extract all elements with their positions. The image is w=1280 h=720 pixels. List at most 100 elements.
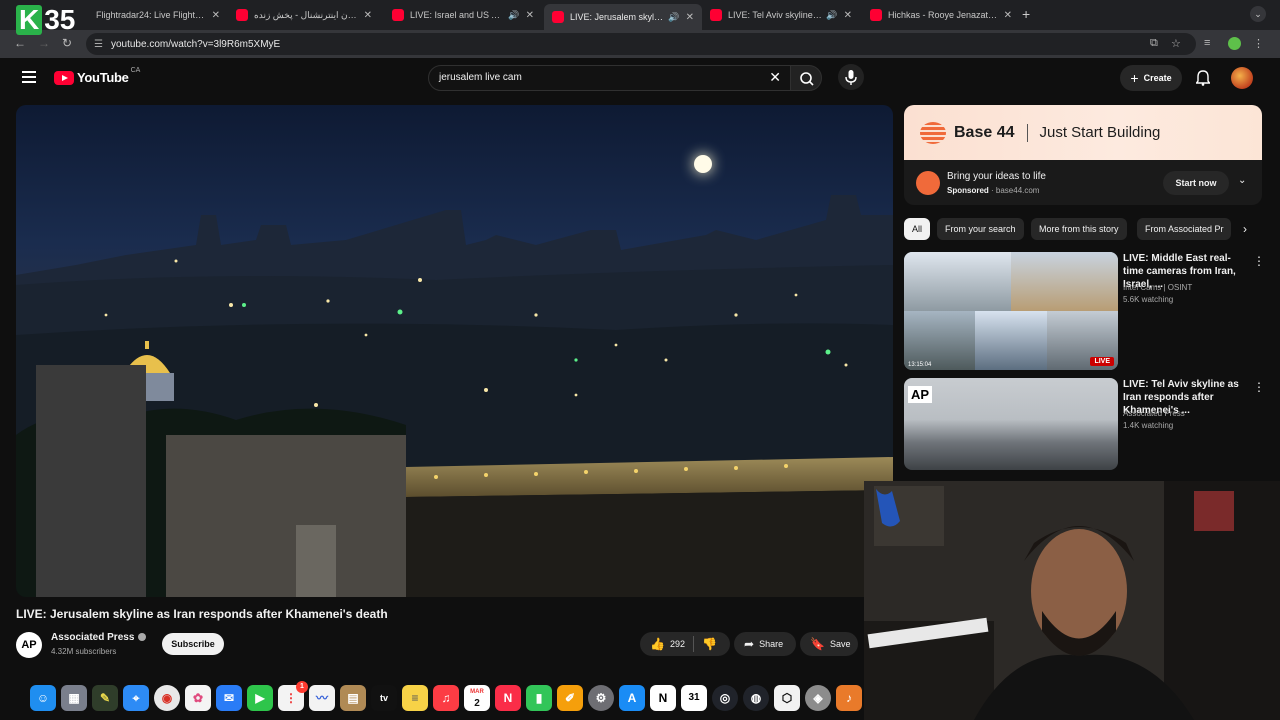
account-avatar[interactable] xyxy=(1231,67,1253,89)
channel-name[interactable]: Associated Press xyxy=(51,632,147,643)
chevron-down-icon[interactable]: ⌄ xyxy=(1238,175,1246,186)
finder-icon[interactable]: ☺ xyxy=(30,685,56,711)
video-title: LIVE: Jerusalem skyline as Iran responds… xyxy=(16,607,388,621)
dislike-thumb-icon[interactable]: 👎 xyxy=(702,637,717,651)
channel-avatar[interactable]: AP xyxy=(16,632,42,658)
notes-icon[interactable]: ≡ xyxy=(402,685,428,711)
video-thumbnail[interactable]: 13:15:04 LIVE xyxy=(904,252,1118,370)
reminders-icon[interactable]: ⋮ 1 xyxy=(278,681,308,711)
video-player[interactable] xyxy=(16,105,893,597)
save-button[interactable]: 🔖 Save xyxy=(800,632,858,656)
chip-all[interactable]: All xyxy=(904,218,931,240)
safari-icon[interactable]: ⌖ xyxy=(123,685,149,711)
clear-search-icon[interactable]: ✕ xyxy=(769,69,781,86)
recommended-video[interactable]: AP LIVE: Tel Aviv skyline as Iran respon… xyxy=(904,378,1265,496)
ad-tagline: Just Start Building xyxy=(1039,124,1161,141)
recommended-video[interactable]: 13:15:04 LIVE LIVE: Middle East real-tim… xyxy=(904,252,1265,370)
close-icon[interactable]: ✕ xyxy=(526,10,534,21)
apple-tv-icon[interactable]: tv xyxy=(371,685,397,711)
menu-icon[interactable] xyxy=(22,71,36,86)
forward-arrow-icon[interactable]: → xyxy=(38,36,50,50)
like-count[interactable]: 292 xyxy=(670,639,685,649)
close-icon[interactable]: ✕ xyxy=(844,10,852,21)
tab-flightradar[interactable]: Flightradar24: Live Flight Tra ✕ xyxy=(88,4,228,26)
chrome-icon[interactable]: ◉ xyxy=(154,685,180,711)
tab-israel-us-attack[interactable]: LIVE: Israel and US Attack 🔊 ✕ xyxy=(384,4,542,26)
tab-iran-international[interactable]: ایران اینترنشنال - پخش زنده – ube ✕ xyxy=(228,4,380,26)
close-icon[interactable]: ✕ xyxy=(364,10,372,21)
speaker-icon[interactable]: 🔊 xyxy=(826,10,837,21)
media-control-icon[interactable]: ≡ xyxy=(1204,37,1210,49)
tab-title: LIVE: Tel Aviv skyline as I xyxy=(728,10,823,20)
chip-from-associated-press[interactable]: From Associated Pr xyxy=(1137,218,1231,240)
speaker-icon[interactable]: 🔊 xyxy=(668,12,679,23)
calendar-icon[interactable]: MAR 2 xyxy=(464,685,490,711)
tab-tel-aviv-skyline[interactable]: LIVE: Tel Aviv skyline as I 🔊 ✕ xyxy=(702,4,860,26)
save-label: Save xyxy=(829,639,851,649)
reload-icon[interactable]: ↻ xyxy=(62,36,72,50)
chevron-right-icon[interactable]: › xyxy=(1243,222,1247,236)
back-arrow-icon[interactable]: ← xyxy=(14,36,26,50)
like-thumb-icon[interactable]: 👍 xyxy=(650,637,665,651)
settings-gear-icon[interactable]: ⚙ xyxy=(588,685,614,711)
bookmark-star-icon[interactable]: ☆ xyxy=(1171,37,1181,50)
music-icon[interactable]: ♫ xyxy=(433,685,459,711)
notion-icon[interactable]: N xyxy=(650,685,676,711)
speaker-icon[interactable]: 🔊 xyxy=(508,10,519,21)
create-button[interactable]: + Create xyxy=(1120,65,1182,91)
video-thumbnail[interactable]: AP xyxy=(904,378,1118,470)
garageband-icon[interactable]: ♪ xyxy=(836,685,862,711)
app-store-icon[interactable]: A xyxy=(619,685,645,711)
search-input[interactable]: jerusalem live cam ✕ xyxy=(428,65,792,91)
mail-icon[interactable]: ✉ xyxy=(216,685,242,711)
install-app-icon[interactable]: ⧉ xyxy=(1150,37,1158,50)
photos-icon[interactable]: ✿ xyxy=(185,685,211,711)
instrument-app-icon[interactable]: ◎ xyxy=(712,685,738,711)
browser-toolbar: ← → ↻ ☰ youtube.com/watch?v=3l9R6m5XMyE … xyxy=(0,30,1280,58)
audio-app-icon[interactable]: ◍ xyxy=(743,685,769,711)
chip-from-your-search[interactable]: From your search xyxy=(937,218,1024,240)
more-options-icon[interactable]: ⋮ xyxy=(1253,254,1265,268)
tab-title: Flightradar24: Live Flight Tra xyxy=(96,10,206,20)
date-app-icon[interactable]: 31 xyxy=(681,685,707,711)
close-icon[interactable]: ✕ xyxy=(686,12,694,23)
youtube-play-icon xyxy=(54,70,74,85)
freeform-icon[interactable]: 〰 xyxy=(309,685,335,711)
profile-extension-icon[interactable] xyxy=(1228,37,1241,50)
recommended-watching: 5.6K watching xyxy=(1123,295,1174,304)
new-tab-icon[interactable]: + xyxy=(1022,6,1030,22)
numbers-icon[interactable]: ▮ xyxy=(526,685,552,711)
tab-title: ایران اینترنشنال - پخش زنده – ube xyxy=(254,9,358,20)
youtube-logo[interactable]: YouTube CA xyxy=(54,67,140,85)
disk-utility-icon[interactable]: ◈ xyxy=(805,685,831,711)
facetime-icon[interactable]: ▶ xyxy=(247,685,273,711)
share-button[interactable]: ➦ Share xyxy=(734,632,796,656)
utility-app-icon[interactable]: ✎ xyxy=(92,685,118,711)
search-button[interactable] xyxy=(790,65,822,91)
webcam-scene xyxy=(864,481,1280,720)
tab-hichkas[interactable]: Hichkas - Rooye Jenazat Min ✕ xyxy=(862,4,1020,26)
voice-search-button[interactable] xyxy=(838,64,864,90)
archive-icon[interactable]: ▤ xyxy=(340,685,366,711)
tab-jerusalem-skyline[interactable]: LIVE: Jerusalem skyline a 🔊 ✕ xyxy=(544,4,702,30)
pages-icon[interactable]: ✐ xyxy=(557,685,583,711)
address-bar[interactable]: ☰ youtube.com/watch?v=3l9R6m5XMyE xyxy=(86,33,1196,55)
browser-menu-icon[interactable]: ⋮ xyxy=(1253,37,1264,50)
launchpad-icon[interactable]: ▦ xyxy=(61,685,87,711)
chip-more-from-this-story[interactable]: More from this story xyxy=(1031,218,1127,240)
more-options-icon[interactable]: ⋮ xyxy=(1253,380,1265,394)
close-icon[interactable]: ✕ xyxy=(1004,10,1012,21)
youtube-favicon-icon xyxy=(710,9,722,21)
recommended-channel[interactable]: Intel Cams | OSINT xyxy=(1123,283,1192,292)
news-icon[interactable]: N xyxy=(495,685,521,711)
hexagon-app-icon[interactable]: ⬡ xyxy=(774,685,800,711)
ad-start-now-button[interactable]: Start now xyxy=(1163,171,1229,195)
ad-banner[interactable]: Base 44 Just Start Building xyxy=(904,105,1262,160)
recommended-channel[interactable]: Associated Press xyxy=(1123,409,1185,418)
tab-search-chevron-icon[interactable]: ⌄ xyxy=(1250,6,1266,22)
notifications-bell-icon[interactable] xyxy=(1196,70,1210,86)
site-info-icon[interactable]: ☰ xyxy=(94,39,103,50)
sponsored-ad-card[interactable]: Base 44 Just Start Building Bring your i… xyxy=(904,105,1262,205)
subscribe-button[interactable]: Subscribe xyxy=(162,633,224,655)
close-icon[interactable]: ✕ xyxy=(212,10,220,21)
